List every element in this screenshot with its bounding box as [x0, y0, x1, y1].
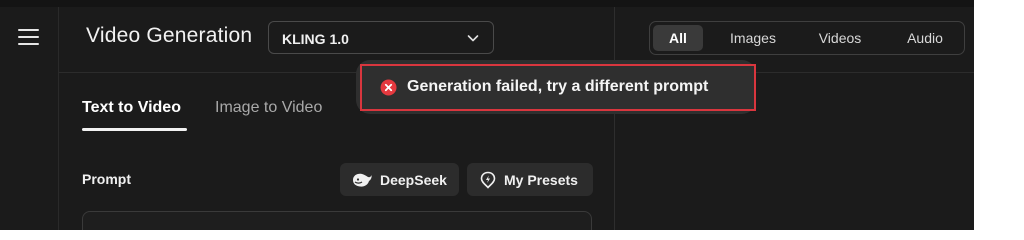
my-presets-label: My Presets [504, 171, 578, 188]
app-window: Video Generation KLING 1.0 Text to Video… [0, 0, 974, 230]
model-select-value: KLING 1.0 [282, 31, 349, 47]
tab-image-to-video[interactable]: Image to Video [215, 99, 322, 117]
error-toast: Generation failed, try a different promp… [360, 64, 756, 111]
preset-icon [480, 171, 496, 189]
prompt-textarea[interactable] [82, 211, 592, 230]
filter-all[interactable]: All [653, 25, 703, 51]
page-title: Video Generation [86, 24, 253, 47]
error-icon [380, 79, 397, 96]
generation-panel: Video Generation KLING 1.0 Text to Video… [59, 7, 615, 230]
my-presets-button[interactable]: My Presets [467, 163, 593, 196]
chevron-down-icon [467, 35, 479, 42]
filter-images[interactable]: Images [714, 25, 792, 51]
media-filter: All Images Videos Audio [649, 21, 965, 55]
deepseek-label: DeepSeek [380, 171, 447, 188]
side-rail [0, 7, 59, 230]
toast-message: Generation failed, try a different promp… [407, 78, 709, 95]
model-select[interactable]: KLING 1.0 [268, 21, 494, 54]
hamburger-menu-icon[interactable] [18, 29, 39, 47]
filter-videos[interactable]: Videos [803, 25, 877, 51]
prompt-label: Prompt [82, 171, 131, 187]
top-strip [0, 0, 974, 7]
filter-audio[interactable]: Audio [890, 25, 960, 51]
active-tab-indicator [82, 128, 187, 131]
deepseek-button[interactable]: DeepSeek [340, 163, 459, 196]
tab-text-to-video[interactable]: Text to Video [82, 99, 181, 117]
gallery-panel: All Images Videos Audio [615, 7, 974, 230]
whale-icon [353, 173, 372, 187]
